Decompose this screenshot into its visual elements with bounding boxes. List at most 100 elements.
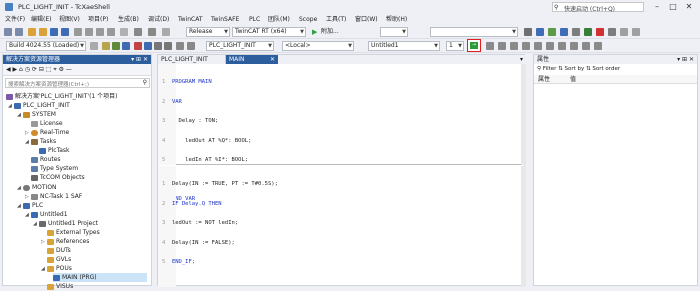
vertical-scrollbar[interactable] — [521, 166, 526, 287]
config-mode-icon[interactable] — [560, 28, 568, 36]
menu-file[interactable]: 文件(F) — [2, 14, 28, 25]
login-button[interactable]: → — [467, 39, 481, 52]
tree-item-untitled1[interactable]: ◢ Untitled1 — [25, 210, 68, 219]
tree-item-gvls[interactable]: GVLs — [47, 255, 71, 264]
tree-item-tasks[interactable]: ◢ Tasks — [25, 137, 56, 146]
attach-button[interactable]: 附加... — [321, 28, 339, 36]
tree-item-realtime[interactable]: ▷ Real-Time — [25, 128, 69, 137]
cut-icon[interactable] — [74, 28, 82, 36]
menu-debug[interactable]: 调试(D) — [145, 14, 172, 25]
tree-item-plctask[interactable]: PlcTask — [39, 146, 70, 155]
menu-twinsafe[interactable]: TwinSAFE — [208, 14, 242, 25]
stop-icon[interactable] — [596, 28, 604, 36]
tree-item-project[interactable]: ◢ PLC_LIGHT_INIT — [8, 101, 70, 110]
solution-search-input[interactable]: 搜索解决方案资源管理器(Ctrl+;) ⚲ — [5, 78, 150, 88]
flow-icon[interactable] — [594, 42, 602, 50]
menu-help[interactable]: 帮助(H) — [383, 14, 410, 25]
extra-icon[interactable] — [632, 28, 640, 36]
show-icon[interactable] — [164, 42, 172, 50]
tree-item-pous[interactable]: ◢ POUs — [41, 264, 72, 273]
restart-icon[interactable] — [112, 42, 120, 50]
copy-icon[interactable] — [85, 28, 93, 36]
implementation-pane[interactable]: 1 Delay(IN := TRUE, PT := T#0.5S); 2 IF … — [158, 166, 526, 287]
step-into-icon[interactable] — [558, 42, 566, 50]
menu-build[interactable]: 生成(B) — [115, 14, 142, 25]
close-icon[interactable]: ▾ ⊞ ✕ — [677, 55, 694, 64]
tree-item-duts[interactable]: DUTs — [47, 246, 71, 255]
menu-view[interactable]: 视图(V) — [56, 14, 83, 25]
manage-icon[interactable] — [187, 42, 195, 50]
tree-item-motion[interactable]: ◢ MOTION — [17, 183, 57, 192]
save-icon[interactable] — [50, 28, 58, 36]
pin-icon[interactable]: ▾ ⊞ ✕ — [131, 55, 148, 64]
run-mode-icon[interactable] — [548, 28, 556, 36]
tree-item-license[interactable]: License — [31, 119, 63, 128]
menu-team[interactable]: 团队(M) — [265, 14, 293, 25]
solution-config-dropdown[interactable]: Release ▼ — [186, 27, 230, 37]
quick-launch-search[interactable]: ⚲ 快速启动 (Ctrl+Q) — [552, 2, 644, 13]
menu-scope[interactable]: Scope — [296, 14, 320, 25]
tab-main[interactable]: MAIN ✕ — [226, 55, 278, 64]
config-icon[interactable] — [122, 42, 130, 50]
sort-by-button[interactable]: Sort by — [565, 66, 585, 72]
reset-icon[interactable] — [522, 42, 530, 50]
minimize-icon[interactable]: – — [652, 2, 662, 12]
task-number-dropdown[interactable]: 1 ▼ — [446, 41, 464, 51]
attach-target-dropdown[interactable]: ▼ — [380, 27, 408, 37]
menu-window[interactable]: 窗口(W) — [352, 14, 381, 25]
tree-item-plc[interactable]: ◢ PLC — [17, 201, 43, 210]
close-icon[interactable]: ✕ — [684, 2, 694, 12]
target-icon[interactable] — [584, 28, 592, 36]
tree-item-untitled1-project[interactable]: ◢ Untitled1 Project — [33, 219, 98, 228]
gear-icon[interactable] — [620, 28, 628, 36]
tree-item-system[interactable]: ◢ SYSTEM — [17, 110, 56, 119]
redo-icon[interactable] — [148, 28, 156, 36]
close-tab-icon[interactable]: ✕ — [270, 55, 275, 64]
toggle-icon[interactable] — [608, 28, 616, 36]
menu-tools[interactable]: 工具(T) — [323, 14, 349, 25]
open-folder-icon[interactable] — [39, 28, 47, 36]
vertical-scrollbar[interactable] — [521, 64, 526, 165]
stop-plc-icon[interactable] — [510, 42, 518, 50]
tree-item-solution[interactable]: 解决方案'PLC_LIGHT_INIT'(1 个项目) — [6, 92, 118, 101]
new-project-icon[interactable] — [28, 28, 36, 36]
forward-icon[interactable] — [15, 28, 23, 36]
maximize-icon[interactable]: □ — [668, 2, 678, 12]
tree-item-tccom[interactable]: TcCOM Objects — [31, 173, 85, 182]
choose-target-icon[interactable] — [90, 42, 98, 50]
plc-project-dropdown[interactable]: PLC_LIGHT_INIT ▼ — [206, 41, 274, 51]
link-icon[interactable] — [154, 42, 162, 50]
menu-edit[interactable]: 编辑(E) — [28, 14, 54, 25]
build-dropdown[interactable]: Build 4024.55 (Loaded) ▼ — [6, 41, 86, 51]
target-system-dropdown[interactable]: <Local> ▼ — [282, 41, 354, 51]
tab-plc-light-init[interactable]: PLC_LIGHT_INIT — [158, 55, 226, 64]
play-icon[interactable]: ▶ — [312, 28, 317, 36]
find-combo[interactable]: ▼ — [430, 27, 518, 37]
breakpoint-icon[interactable] — [534, 42, 542, 50]
filter-button[interactable]: Filter — [543, 66, 557, 72]
settings-icon[interactable] — [176, 42, 184, 50]
start-icon[interactable] — [498, 42, 506, 50]
delete-icon[interactable] — [107, 28, 115, 36]
tree-item-visus[interactable]: VISUs — [47, 282, 73, 291]
tool-icon[interactable] — [524, 28, 532, 36]
menu-project[interactable]: 项目(P) — [85, 14, 111, 25]
back-icon[interactable] — [4, 28, 12, 36]
save-all-icon[interactable] — [61, 28, 69, 36]
tree-item-main-prg[interactable]: MAIN (PRG) — [53, 273, 147, 282]
nav-back-icon[interactable]: ◀ ▶ ⌂ ◷ ⟳ ⊟ ⬚ ⌖ ⚙ — — [6, 66, 72, 74]
undo-icon[interactable] — [134, 28, 142, 36]
tree-item-external-types[interactable]: External Types — [47, 228, 100, 237]
platform-dropdown[interactable]: TwinCAT RT (x64) ▼ — [232, 27, 306, 37]
activate-config-icon[interactable] — [536, 28, 544, 36]
declaration-pane[interactable]: 1 PROGRAM MAIN 2 VAR 3 Delay : TON; 4 le… — [158, 64, 526, 202]
logout-icon[interactable] — [486, 42, 494, 50]
scan-icon[interactable] — [572, 28, 580, 36]
tree-item-nctask[interactable]: ▷ NC-Task 1 SAF — [25, 192, 82, 201]
activate-icon[interactable] — [102, 42, 110, 50]
tree-item-typesystem[interactable]: Type System — [31, 164, 78, 173]
blue-mode-icon[interactable] — [144, 42, 152, 50]
tab-overflow-icon[interactable]: ▾ — [520, 55, 523, 64]
instance-dropdown[interactable]: Untitled1 ▼ — [368, 41, 440, 51]
watch-icon[interactable] — [582, 42, 590, 50]
